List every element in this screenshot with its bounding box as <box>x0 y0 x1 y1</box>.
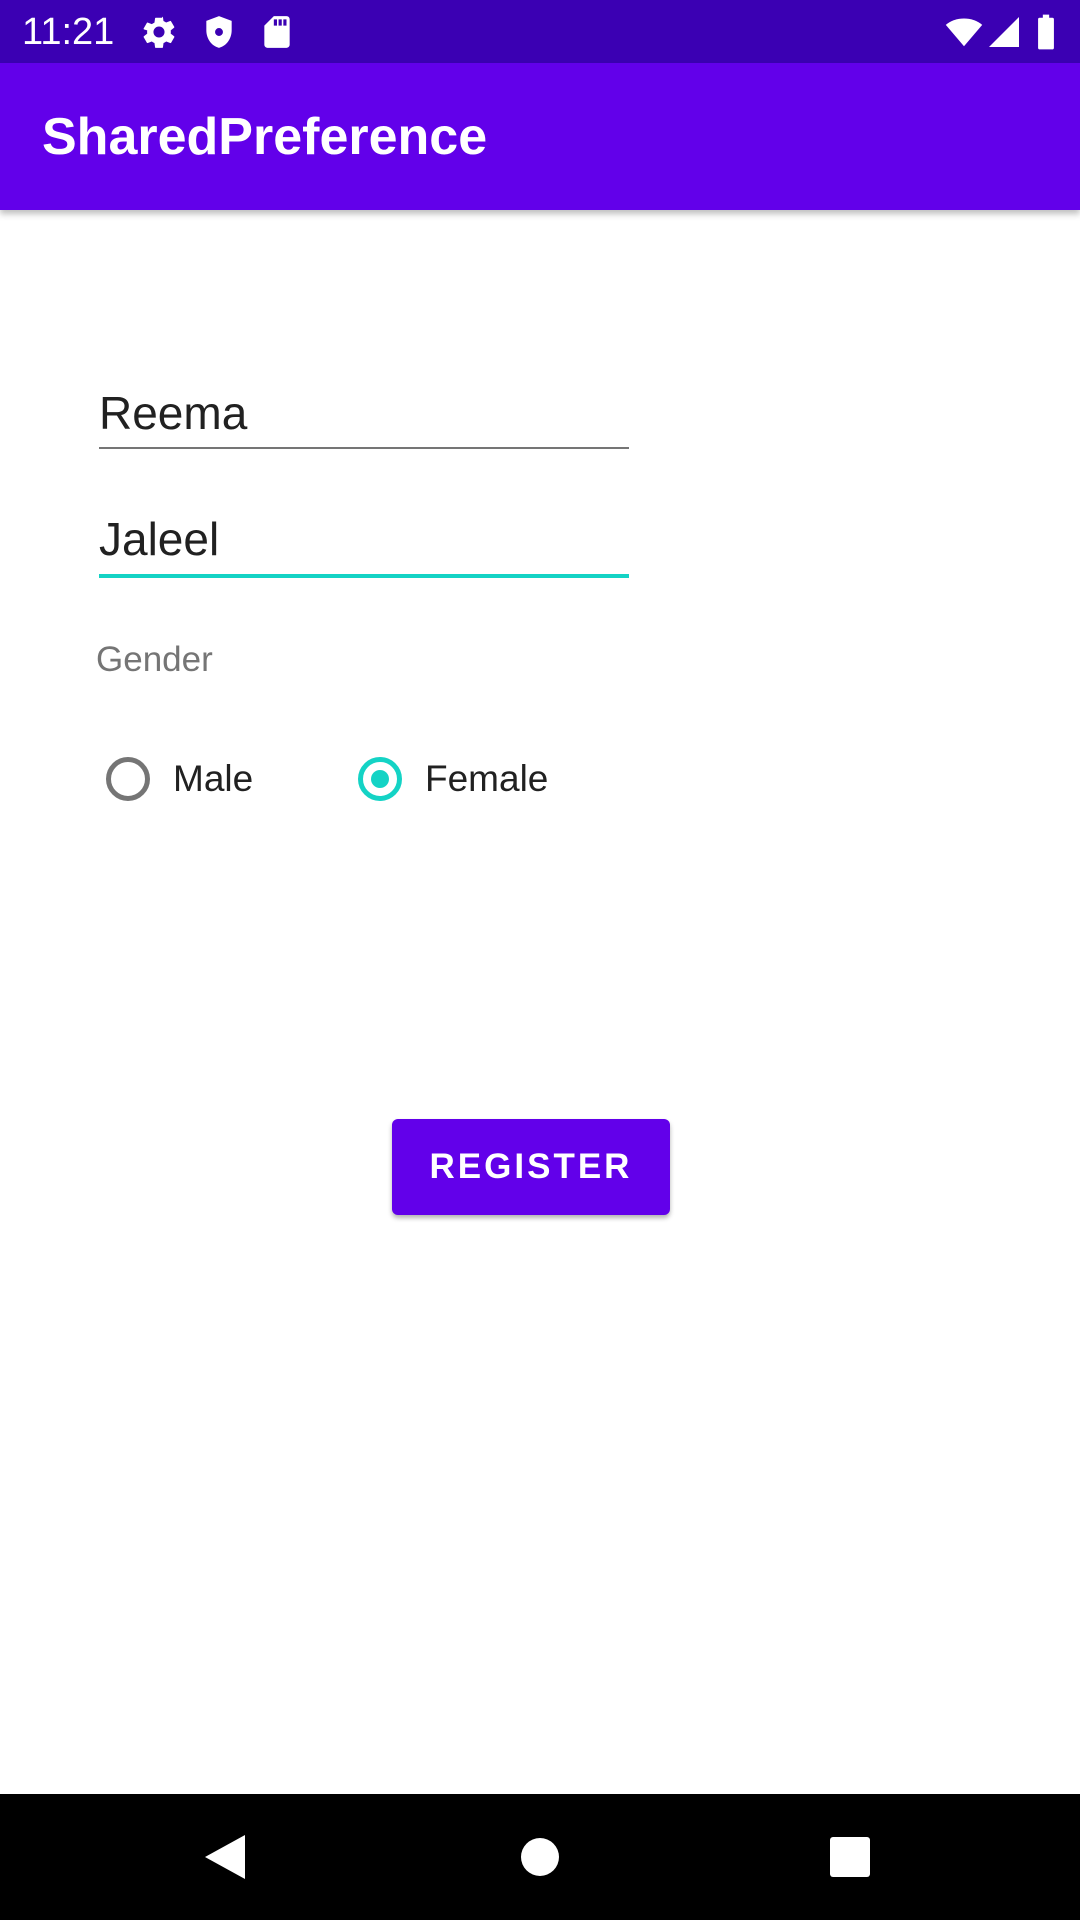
gender-label: Gender <box>96 640 213 679</box>
shield-icon <box>200 13 238 51</box>
last-name-underline <box>99 574 629 578</box>
battery-icon <box>1034 13 1058 51</box>
wifi-icon <box>944 13 983 51</box>
radio-dot-icon <box>371 770 389 788</box>
app-bar: SharedPreference <box>0 63 1080 210</box>
radio-male[interactable]: Male <box>97 748 253 810</box>
radio-checked-icon[interactable] <box>358 757 402 801</box>
nav-bar <box>0 1794 1080 1920</box>
register-button[interactable]: REGISTER <box>392 1119 670 1215</box>
first-name-underline <box>99 447 629 449</box>
sd-card-icon <box>258 13 296 51</box>
recents-icon[interactable] <box>820 1827 880 1887</box>
first-name-field[interactable] <box>99 378 629 448</box>
home-icon[interactable] <box>510 1827 570 1887</box>
radio-unchecked-icon[interactable] <box>106 757 150 801</box>
back-icon[interactable] <box>195 1827 255 1887</box>
radio-female[interactable]: Female <box>349 748 548 810</box>
last-name-field[interactable] <box>99 504 629 574</box>
cellular-signal-icon <box>986 13 1024 51</box>
app-title: SharedPreference <box>42 108 488 166</box>
settings-icon <box>140 13 178 51</box>
status-bar: 11:21 <box>0 0 1080 63</box>
radio-female-label: Female <box>425 758 549 799</box>
radio-male-label: Male <box>173 758 254 799</box>
status-time: 11:21 <box>22 11 115 53</box>
